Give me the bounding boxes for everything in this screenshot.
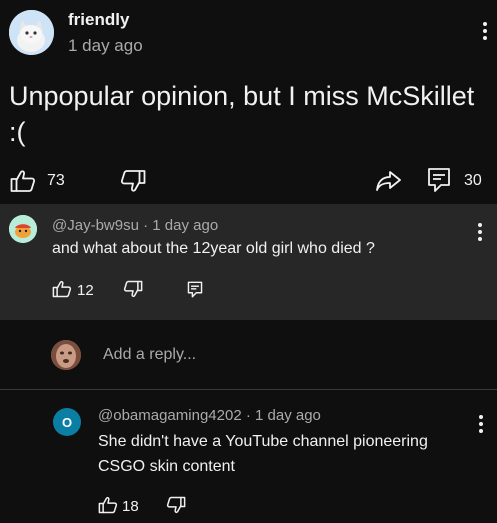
comment-like-button[interactable] bbox=[52, 280, 72, 298]
post-body-text: Unpopular opinion, but I miss McSkillet … bbox=[9, 81, 475, 147]
dot bbox=[478, 223, 482, 227]
reply-more-options-button[interactable] bbox=[478, 415, 484, 433]
reply-author-avatar[interactable]: O bbox=[53, 408, 81, 436]
post-like-count: 73 bbox=[47, 172, 65, 189]
meta-separator: · bbox=[143, 217, 149, 234]
comment-more-options-button[interactable] bbox=[477, 223, 483, 241]
comment-like-count: 12 bbox=[77, 282, 94, 299]
dot bbox=[483, 22, 487, 26]
dot bbox=[483, 36, 487, 40]
thumbs-up-icon bbox=[98, 496, 118, 514]
reply-like-count: 18 bbox=[122, 498, 139, 515]
comment-dislike-button[interactable] bbox=[123, 280, 143, 298]
thumbs-down-icon bbox=[123, 280, 143, 298]
reply-timestamp: 1 day ago bbox=[255, 407, 321, 424]
post-like-button[interactable] bbox=[10, 169, 36, 193]
post-dislike-button[interactable] bbox=[120, 169, 146, 193]
current-user-avatar bbox=[51, 340, 81, 370]
post-replies-button[interactable] bbox=[427, 167, 451, 193]
thumbs-down-icon bbox=[120, 169, 146, 193]
dot bbox=[478, 237, 482, 241]
share-arrow-icon bbox=[375, 170, 402, 192]
meta-separator: · bbox=[245, 407, 251, 424]
dot bbox=[478, 230, 482, 234]
post-reply-count: 30 bbox=[464, 172, 482, 189]
reply-text: She didn't have a YouTube channel pionee… bbox=[98, 433, 428, 475]
comment-icon bbox=[187, 281, 203, 298]
thumbs-up-icon bbox=[10, 169, 36, 193]
add-reply-input[interactable]: Add a reply... bbox=[103, 346, 196, 364]
dot bbox=[479, 429, 483, 433]
comment-timestamp: 1 day ago bbox=[152, 217, 219, 234]
post-share-button[interactable] bbox=[375, 170, 402, 192]
reply-meta: @obamagaming4202 · 1 day ago bbox=[98, 407, 321, 424]
post-author-avatar[interactable] bbox=[9, 10, 54, 55]
comment-reply-button[interactable] bbox=[187, 281, 203, 298]
dot bbox=[483, 29, 487, 33]
comment-meta: @Jay-bw9su · 1 day ago bbox=[52, 217, 218, 234]
comment-author-name[interactable]: @Jay-bw9su bbox=[52, 217, 139, 234]
comment-icon bbox=[427, 167, 451, 193]
reply-author-name[interactable]: @obamagaming4202 bbox=[98, 407, 242, 424]
post-author-name[interactable]: friendly bbox=[68, 10, 129, 30]
post-more-options-button[interactable] bbox=[482, 22, 488, 40]
dot bbox=[479, 422, 483, 426]
thumbs-down-icon bbox=[166, 496, 186, 514]
post-timestamp: 1 day ago bbox=[68, 36, 143, 55]
reply-like-button[interactable] bbox=[98, 496, 118, 514]
thumbs-up-icon bbox=[52, 280, 72, 298]
comment-author-avatar[interactable] bbox=[9, 215, 37, 243]
comment-text: and what about the 12year old girl who d… bbox=[52, 240, 375, 257]
divider bbox=[0, 389, 497, 390]
dot bbox=[479, 415, 483, 419]
reply-dislike-button[interactable] bbox=[166, 496, 186, 514]
